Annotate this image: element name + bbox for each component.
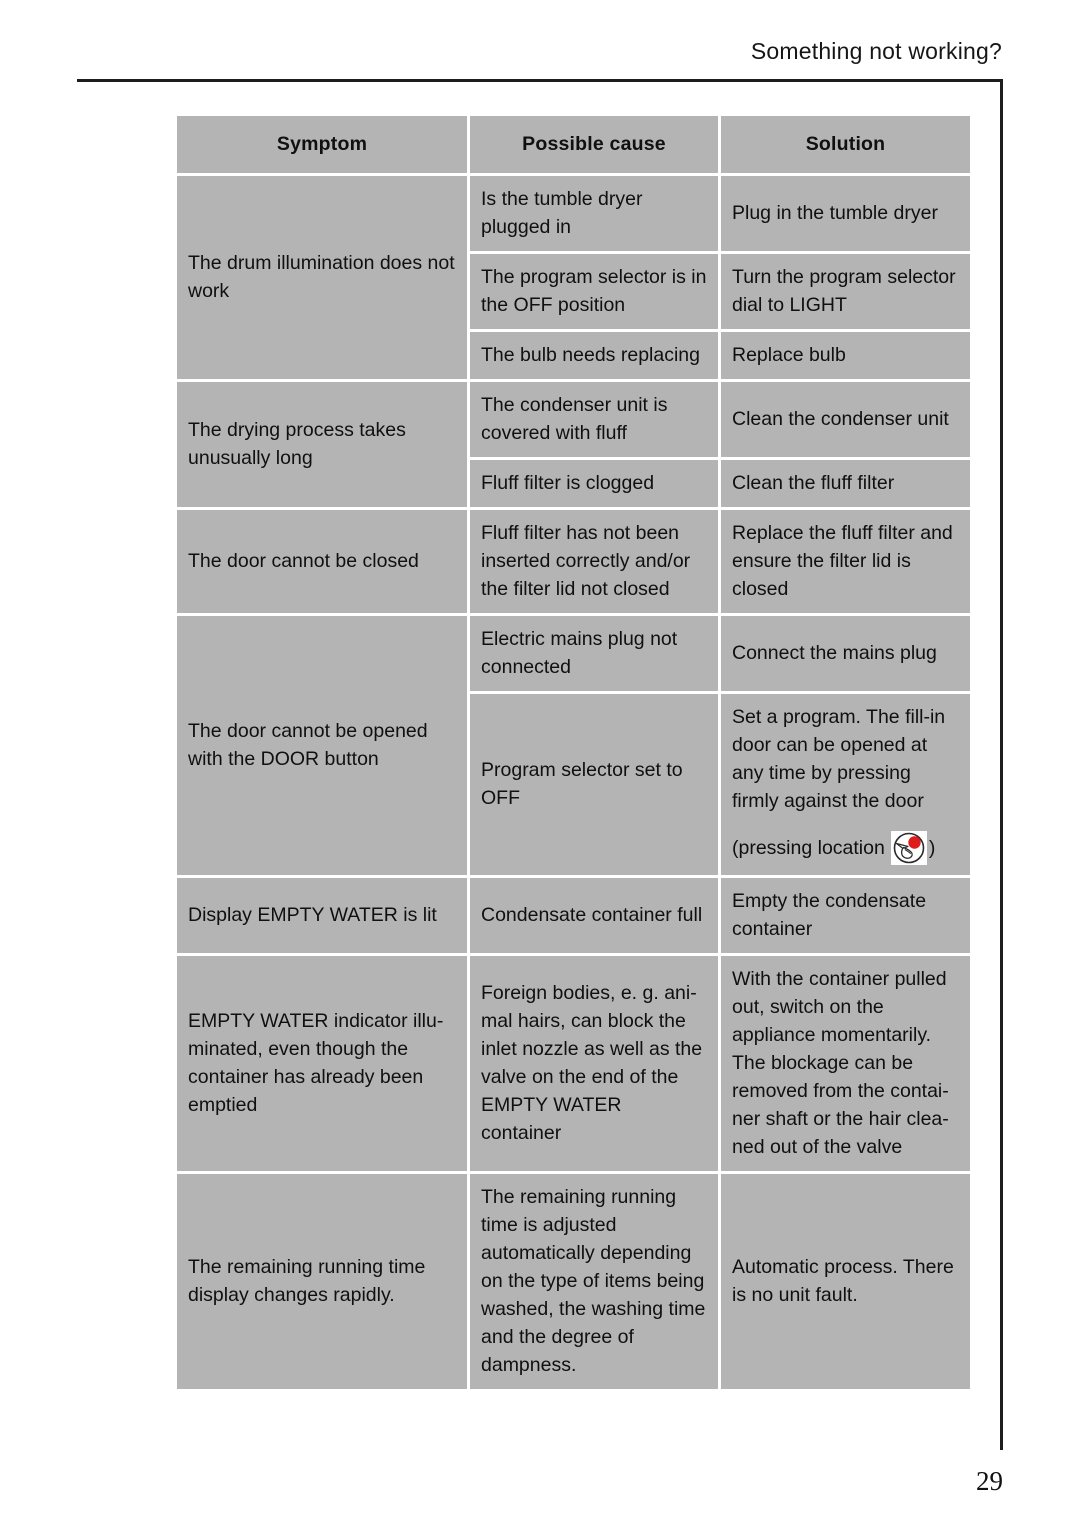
symptom-cell: The drum illumination does not work — [177, 176, 467, 379]
table-row: The door cannot be closed Fluff filter h… — [177, 510, 970, 613]
symptom-cell: The door cannot be closed — [177, 510, 467, 613]
cause-cell: Condensate container full — [470, 878, 718, 953]
solution-cell: Empty the condensate container — [721, 878, 970, 953]
solution-text: Set a program. The fill-in door can be o… — [732, 706, 946, 812]
pressing-location-note: (pressing location ) — [732, 831, 959, 865]
table-row: The door cannot be opened with the DOOR … — [177, 616, 970, 875]
cause-cell: Electric mains plug not connected — [470, 616, 718, 691]
cause-cell: Is the tumble dryer plugged in — [470, 176, 718, 251]
cause-cell: Program selector set to OFF — [470, 694, 718, 875]
solution-cell: Plug in the tumble dryer — [721, 176, 970, 251]
troubleshooting-table-wrap: Symptom Possible cause Solution The drum… — [177, 116, 973, 1389]
pressing-location-suffix: ) — [928, 837, 936, 859]
symptom-cell: The remaining running time display chang… — [177, 1174, 467, 1389]
cause-cell: The bulb needs replacing — [470, 332, 718, 379]
table-row: The remaining running time display chang… — [177, 1174, 970, 1389]
page-number: 29 — [976, 1466, 1003, 1496]
running-header-title: Something not working? — [750, 38, 1002, 64]
solution-cell: Connect the mains plug — [721, 616, 970, 691]
solution-cell: Replace bulb — [721, 332, 970, 379]
solution-cell-with-pictogram: Set a program. The fill-in door can be o… — [721, 694, 970, 875]
cause-cell: The remaining running time is adjusted a… — [470, 1174, 718, 1389]
cause-cell: Foreign bodies, e. g. ani-mal hairs, can… — [470, 956, 718, 1171]
cause-cell: Fluff filter is clogged — [470, 460, 718, 507]
solution-cell: Replace the fluff filter and ensure the … — [721, 510, 970, 613]
solution-cell: Clean the fluff filter — [721, 460, 970, 507]
solution-cell: Turn the program selector dial to LIGHT — [721, 254, 970, 329]
symptom-cell: EMPTY WATER indicator illu-minated, even… — [177, 956, 467, 1171]
column-header-symptom: Symptom — [177, 116, 467, 173]
symptom-cell: Display EMPTY WATER is lit — [177, 878, 467, 953]
table-row: Display EMPTY WATER is lit Condensate co… — [177, 878, 970, 953]
table-row: The drum illumination does not work Is t… — [177, 176, 970, 379]
header-rule — [77, 79, 1003, 82]
press-door-location-icon — [890, 831, 927, 865]
solution-cell: With the container pulled out, switch on… — [721, 956, 970, 1171]
pressing-location-prefix: (pressing location — [732, 837, 885, 859]
table-row: EMPTY WATER indicator illu-minated, even… — [177, 956, 970, 1171]
solution-cell: Automatic process. There is no unit faul… — [721, 1174, 970, 1389]
table-header-row: Symptom Possible cause Solution — [177, 116, 970, 173]
symptom-cell: The drying process takes unusually long — [177, 382, 467, 507]
column-header-possible-cause: Possible cause — [470, 116, 718, 173]
cause-cell: Fluff filter has not been inserted corre… — [470, 510, 718, 613]
solution-cell: Clean the condenser unit — [721, 382, 970, 457]
symptom-cell: The door cannot be opened with the DOOR … — [177, 616, 467, 875]
table-row: The drying process takes unusually long … — [177, 382, 970, 507]
cause-cell: The program selector is in the OFF posit… — [470, 254, 718, 329]
column-header-solution: Solution — [721, 116, 970, 173]
troubleshooting-table: Symptom Possible cause Solution The drum… — [174, 113, 973, 1392]
cause-cell: The condenser unit is covered with fluff — [470, 382, 718, 457]
right-margin-rule — [1000, 79, 1003, 1450]
